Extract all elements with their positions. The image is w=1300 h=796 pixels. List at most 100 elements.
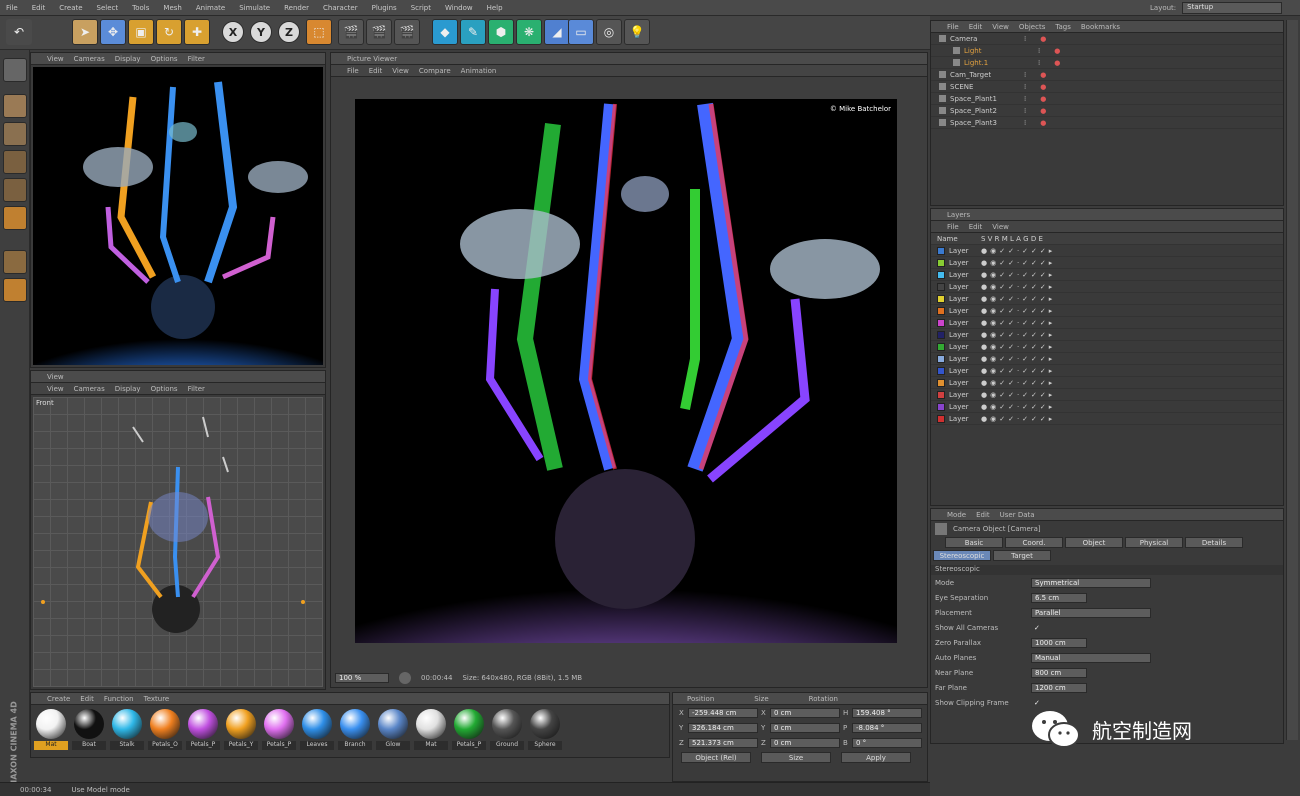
attribute-field-value[interactable]: 6.5 cm	[1031, 592, 1087, 603]
viewport-front[interactable]: View View Cameras Display Options Filter Fro…	[30, 370, 326, 690]
layer-color-swatch[interactable]	[937, 378, 945, 387]
menu-item-select[interactable]: Select	[97, 4, 119, 12]
snap-icon[interactable]	[3, 278, 27, 302]
size-field[interactable]: 0 cm	[770, 737, 840, 748]
layer-toggle-icons[interactable]: ●◉✓✓·✓✓✓▸	[981, 319, 1055, 327]
layer-row[interactable]: Layer ●◉✓✓·✓✓✓▸	[931, 389, 1283, 401]
material-swatch[interactable]: Mat	[34, 709, 68, 750]
visibility-icon[interactable]: ⁞	[1024, 83, 1026, 91]
layer-row[interactable]: Layer ●◉✓✓·✓✓✓▸	[931, 341, 1283, 353]
axis-mode-icon[interactable]	[3, 250, 27, 274]
layout-selector[interactable]: Layout: Startup	[1150, 2, 1283, 14]
object-menu-view[interactable]: View	[992, 23, 1009, 31]
layer-color-swatch[interactable]	[937, 414, 945, 423]
attribute-field-value[interactable]: Manual	[1031, 652, 1151, 663]
size-field[interactable]: 0 cm	[770, 707, 840, 718]
layer-color-swatch[interactable]	[937, 354, 945, 363]
layer-row[interactable]: Layer ●◉✓✓·✓✓✓▸	[931, 353, 1283, 365]
attribute-menu-mode[interactable]: Mode	[947, 511, 966, 519]
array-icon[interactable]: ❋	[516, 19, 542, 45]
zoom-button-icon[interactable]	[399, 672, 411, 684]
layer-toggle-icons[interactable]: ●◉✓✓·✓✓✓▸	[981, 259, 1055, 267]
object-menu-file[interactable]: File	[947, 23, 959, 31]
layer-menu-file[interactable]: File	[947, 223, 959, 231]
picture-viewer-menu-compare[interactable]: Compare	[419, 67, 451, 75]
visibility-icon[interactable]: ⁞	[1038, 59, 1040, 67]
x-axis-button[interactable]: X	[222, 21, 244, 43]
viewport-perspective[interactable]: View Cameras Display Options Filter	[30, 52, 326, 368]
layer-row[interactable]: Layer ●◉✓✓·✓✓✓▸	[931, 293, 1283, 305]
layer-color-swatch[interactable]	[937, 390, 945, 399]
attribute-field-value[interactable]: 800 cm	[1031, 667, 1087, 678]
tab-physical[interactable]: Physical	[1125, 537, 1183, 548]
material-swatch[interactable]: Ground	[490, 709, 524, 750]
attribute-field-value[interactable]: Parallel	[1031, 607, 1151, 618]
object-row[interactable]: Light.1 ⁞ ●	[931, 57, 1283, 69]
material-menu-texture[interactable]: Texture	[144, 695, 170, 703]
layer-toggle-icons[interactable]: ●◉✓✓·✓✓✓▸	[981, 307, 1055, 315]
layer-toggle-icons[interactable]: ●◉✓✓·✓✓✓▸	[981, 271, 1055, 279]
material-swatch[interactable]: Petals_P	[186, 709, 220, 750]
layer-menu-view[interactable]: View	[992, 223, 1009, 231]
viewport2-menu-cameras[interactable]: Cameras	[74, 385, 105, 393]
layer-toggle-icons[interactable]: ●◉✓✓·✓✓✓▸	[981, 367, 1055, 375]
material-swatch[interactable]: Petals_P	[262, 709, 296, 750]
coordinate-system-icon[interactable]: ⬚	[306, 19, 332, 45]
viewport-menu-filter[interactable]: Filter	[188, 55, 205, 63]
y-axis-button[interactable]: Y	[250, 21, 272, 43]
material-swatch[interactable]: Petals_Y	[224, 709, 258, 750]
layer-menu-edit[interactable]: Edit	[969, 223, 983, 231]
menu-item-script[interactable]: Script	[411, 4, 431, 12]
material-swatch[interactable]: Stalk	[110, 709, 144, 750]
layer-color-swatch[interactable]	[937, 258, 945, 267]
material-menu-edit[interactable]: Edit	[80, 695, 94, 703]
layer-toggle-icons[interactable]: ●◉✓✓·✓✓✓▸	[981, 379, 1055, 387]
visibility-icon[interactable]: ⁞	[1024, 95, 1026, 103]
light-icon[interactable]: 💡	[624, 19, 650, 45]
attribute-menu-edit[interactable]: Edit	[976, 511, 990, 519]
polygons-mode-icon[interactable]	[3, 206, 27, 230]
viewport-menu-view[interactable]: View	[47, 55, 64, 63]
layer-color-swatch[interactable]	[937, 318, 945, 327]
layer-row[interactable]: Layer ●◉✓✓·✓✓✓▸	[931, 281, 1283, 293]
visibility-icon[interactable]: ⁞	[1024, 107, 1026, 115]
object-row[interactable]: Camera ⁞ ●	[931, 33, 1283, 45]
points-mode-icon[interactable]	[3, 150, 27, 174]
menu-item-character[interactable]: Character	[323, 4, 358, 12]
material-swatch[interactable]: Petals_P	[452, 709, 486, 750]
picture-viewer-menu-file[interactable]: File	[347, 67, 359, 75]
layer-color-swatch[interactable]	[937, 366, 945, 375]
rotation-field[interactable]: 0 °	[852, 737, 922, 748]
cube-primitive-icon[interactable]: ◆	[432, 19, 458, 45]
layer-color-swatch[interactable]	[937, 330, 945, 339]
attribute-field-value[interactable]: ✓	[1031, 623, 1041, 633]
deformer-icon[interactable]: ◢	[544, 19, 570, 45]
material-swatch[interactable]: Branch	[338, 709, 372, 750]
menu-item-mesh[interactable]: Mesh	[163, 4, 181, 12]
material-swatch[interactable]: Leaves	[300, 709, 334, 750]
texture-mode-icon[interactable]	[3, 122, 27, 146]
layer-row[interactable]: Layer ●◉✓✓·✓✓✓▸	[931, 413, 1283, 425]
material-menu-function[interactable]: Function	[104, 695, 134, 703]
tab-basic[interactable]: Basic	[945, 537, 1003, 548]
layer-toggle-icons[interactable]: ●◉✓✓·✓✓✓▸	[981, 295, 1055, 303]
material-swatch[interactable]: Sphere	[528, 709, 562, 750]
material-menu-create[interactable]: Create	[47, 695, 70, 703]
rotation-field[interactable]: 159.408 °	[852, 707, 922, 718]
layer-color-swatch[interactable]	[937, 402, 945, 411]
layout-dropdown[interactable]: Startup	[1182, 2, 1283, 14]
position-field[interactable]: 521.373 cm	[688, 737, 758, 748]
attribute-field-value[interactable]: 1200 cm	[1031, 682, 1087, 693]
model-mode-icon[interactable]	[3, 94, 27, 118]
size-mode-dropdown[interactable]: Size	[761, 752, 831, 763]
object-row[interactable]: Space_Plant3 ⁞ ●	[931, 117, 1283, 129]
layer-color-swatch[interactable]	[937, 342, 945, 351]
picture-viewer-menu-view[interactable]: View	[392, 67, 409, 75]
layer-row[interactable]: Layer ●◉✓✓·✓✓✓▸	[931, 269, 1283, 281]
attribute-field-value[interactable]: 1000 cm	[1031, 637, 1087, 648]
menu-item-window[interactable]: Window	[445, 4, 473, 12]
select-cursor-icon[interactable]: ➤	[72, 19, 98, 45]
layer-row[interactable]: Layer ●◉✓✓·✓✓✓▸	[931, 329, 1283, 341]
viewport-menu-display[interactable]: Display	[115, 55, 141, 63]
render-settings-icon[interactable]: 🎬	[394, 19, 420, 45]
